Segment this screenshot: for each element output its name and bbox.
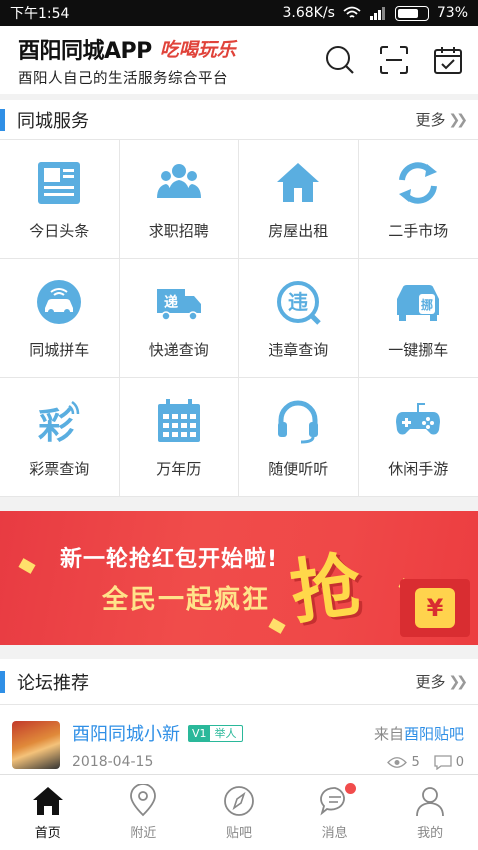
delivery-truck-icon: 递: [156, 288, 201, 321]
calendar-checkin-icon[interactable]: [432, 44, 464, 76]
service-item[interactable]: 休闲手游: [358, 378, 478, 497]
compass-icon: [224, 786, 254, 816]
eye-icon: [387, 756, 408, 768]
avatar[interactable]: [12, 721, 60, 769]
service-label: 今日头条: [29, 221, 90, 240]
svg-text:彩: 彩: [38, 406, 74, 446]
location-icon: [130, 784, 157, 817]
service-label: 一键挪车: [388, 340, 449, 359]
view-count: 5: [387, 755, 420, 770]
home-icon: [32, 787, 63, 815]
house-icon: [277, 162, 320, 202]
service-item[interactable]: 万年历: [119, 378, 239, 497]
services-title: 同城服务: [0, 107, 89, 133]
decoration: [268, 618, 286, 634]
people-icon: [156, 163, 201, 198]
network-speed: 3.68K/s: [282, 5, 335, 21]
gamepad-icon: [396, 402, 441, 434]
battery-icon: [394, 5, 429, 21]
brand-logo-text: 吃喝玩乐: [159, 39, 236, 61]
tab-forum[interactable]: 贴吧: [191, 775, 287, 850]
profile-icon: [416, 787, 445, 817]
services-more-link[interactable]: 更多 ❯❯: [416, 109, 469, 130]
service-label: 二手市场: [388, 221, 449, 240]
double-chevron-right-icon: ❯❯: [448, 673, 469, 690]
wifi-icon: [343, 6, 361, 18]
services-grid: 今日头条 求职招聘 房屋出租 二手市场 同城拼车 递 快递查询 违 违章查询 挪…: [0, 140, 478, 497]
status-time: 下午1:54: [10, 6, 70, 22]
carpool-icon: [37, 279, 82, 324]
tab-messages[interactable]: 消息: [287, 775, 383, 850]
bottom-tab-bar: 首页 附近 贴吧 消息 我的: [0, 774, 478, 850]
service-item[interactable]: 今日头条: [0, 140, 120, 259]
red-packet-banner[interactable]: 新一轮抢红包开始啦! 全民一起疯狂 抢 ¥: [0, 511, 478, 645]
service-item[interactable]: 二手市场: [358, 140, 478, 259]
service-label: 万年历: [156, 459, 202, 478]
service-item[interactable]: 递 快递查询: [119, 259, 239, 378]
forum-section-header: 论坛推荐 更多 ❯❯: [0, 659, 478, 705]
tab-profile[interactable]: 我的: [382, 775, 478, 850]
forum-title: 论坛推荐: [0, 669, 89, 695]
decoration: [18, 558, 36, 574]
forum-more-link[interactable]: 更多 ❯❯: [416, 671, 469, 692]
svg-text:违: 违: [288, 290, 308, 314]
tab-home[interactable]: 首页: [0, 775, 96, 850]
service-item[interactable]: 挪 一键挪车: [358, 259, 478, 378]
post-author[interactable]: 酉阳同城小新: [72, 720, 180, 746]
svg-text:挪: 挪: [421, 297, 433, 312]
banner-big-text: 抢: [285, 543, 367, 635]
calendar-icon: [157, 398, 200, 442]
post-source: 来自酉阳贴吧: [373, 724, 464, 743]
level-badge: V1 举人: [188, 724, 243, 742]
service-item[interactable]: 彩 彩票查询: [0, 378, 120, 497]
service-label: 快递查询: [148, 340, 209, 359]
service-label: 同城拼车: [29, 340, 90, 359]
service-item[interactable]: 随便听听: [239, 378, 359, 497]
app-subtitle: 酉阳人自己的生活服务综合平台: [18, 70, 228, 87]
comment-count: 0: [434, 755, 464, 770]
services-section-header: 同城服务 更多 ❯❯: [0, 94, 478, 140]
newspaper-icon: [38, 161, 81, 204]
service-item[interactable]: 房屋出租: [239, 140, 359, 259]
lottery-icon: 彩: [38, 400, 80, 446]
service-item[interactable]: 同城拼车: [0, 259, 120, 378]
tab-nearby[interactable]: 附近: [96, 775, 192, 850]
service-label: 休闲手游: [388, 459, 449, 478]
search-icon[interactable]: [324, 44, 356, 76]
level-badge-title: 举人: [214, 727, 237, 740]
banner-line1: 新一轮抢红包开始啦!: [60, 546, 279, 572]
post-date: 2018-04-15: [72, 754, 154, 770]
red-envelope-icon: ¥: [400, 579, 470, 637]
scan-icon[interactable]: [378, 44, 410, 76]
brand: 酉阳同城APP 吃喝玩乐 酉阳人自己的生活服务综合平台: [18, 33, 324, 88]
move-car-icon: 挪: [397, 284, 440, 321]
battery-percent: 73%: [436, 5, 468, 21]
level-badge-v: V1: [189, 725, 210, 741]
headphones-icon: [278, 400, 319, 443]
service-label: 求职招聘: [148, 221, 209, 240]
service-item[interactable]: 违 违章查询: [239, 259, 359, 378]
service-item[interactable]: 求职招聘: [119, 140, 239, 259]
post-source-forum[interactable]: 酉阳贴吧: [404, 725, 464, 743]
violation-icon: 违: [277, 280, 322, 325]
double-chevron-right-icon: ❯❯: [448, 111, 469, 128]
status-bar: 下午1:54 3.68K/s 73%: [0, 0, 478, 26]
comment-icon: [434, 754, 452, 770]
service-label: 房屋出租: [268, 221, 329, 240]
recycle-icon: [399, 161, 438, 204]
svg-text:递: 递: [164, 294, 178, 311]
app-title: 酉阳同城APP: [18, 38, 152, 64]
app-header: 酉阳同城APP 吃喝玩乐 酉阳人自己的生活服务综合平台: [0, 26, 478, 94]
signal-icon: [369, 7, 385, 20]
service-label: 违章查询: [268, 340, 329, 359]
yuan-coin-icon: ¥: [415, 588, 455, 628]
service-label: 彩票查询: [29, 459, 90, 478]
forum-post[interactable]: 酉阳同城小新 V1 举人 来自酉阳贴吧 2018-04-15 5 0: [0, 705, 478, 785]
unread-dot: [344, 783, 356, 794]
service-label: 随便听听: [268, 459, 329, 478]
